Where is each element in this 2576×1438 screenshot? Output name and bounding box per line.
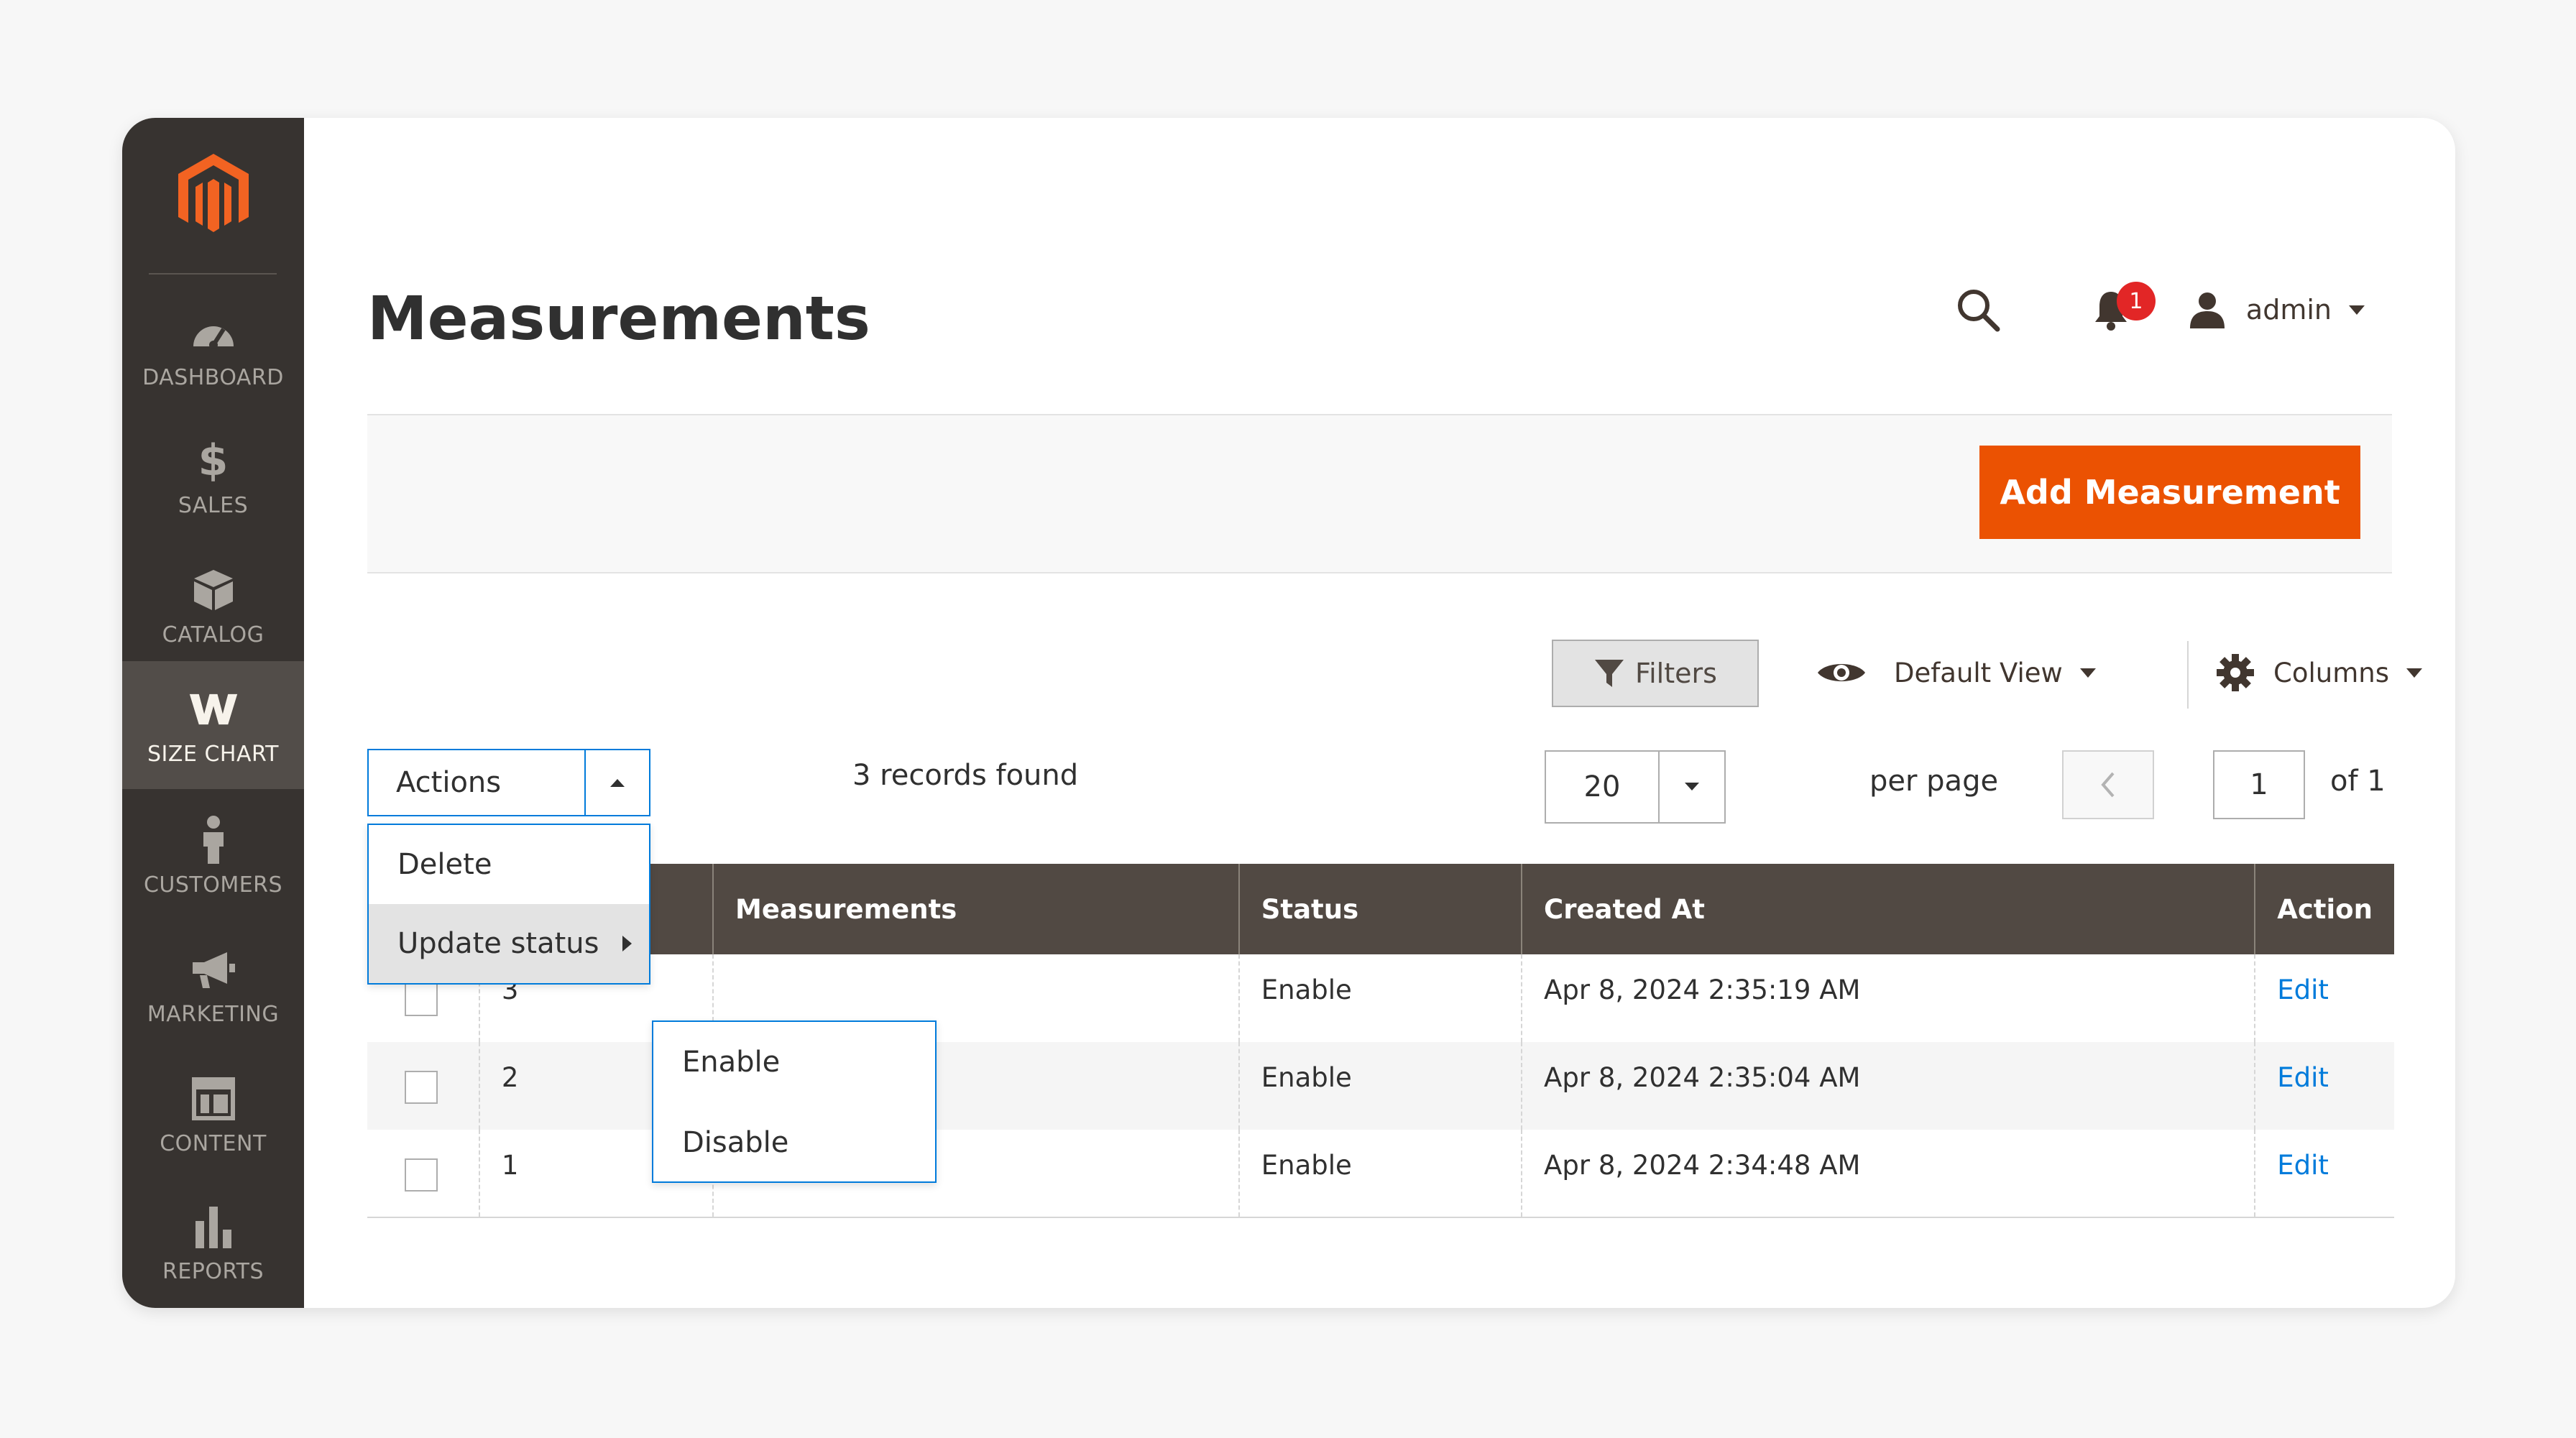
grid-header-row: Measurements Status Created At Action (367, 864, 2394, 954)
sidebar-item-label: CONTENT (160, 1130, 267, 1156)
eye-icon (1818, 664, 1865, 681)
grid-header-measurements[interactable]: Measurements (712, 864, 1239, 954)
row-checkbox[interactable] (405, 1158, 438, 1192)
sidebar-item-label: SIZE CHART (147, 741, 279, 767)
filters-button[interactable]: Filters (1552, 640, 1759, 707)
dollar-icon: $ (198, 435, 229, 486)
notifications-button[interactable]: 1 (2092, 282, 2156, 331)
edit-link[interactable]: Edit (2277, 974, 2329, 1005)
per-page-value: 20 (1546, 752, 1660, 822)
dashboard-icon (188, 308, 239, 358)
menu-item-label: Update status (397, 927, 599, 960)
sidebar-item-label: MARKETING (147, 1001, 280, 1027)
row-created-at: Apr 8, 2024 2:34:48 AM (1521, 1130, 2255, 1217)
grid-header-action: Action (2254, 864, 2394, 954)
row-status: Enable (1238, 1130, 1522, 1217)
chevron-down-icon[interactable] (1660, 752, 1724, 822)
sidebar-item-label: REPORTS (162, 1258, 264, 1284)
size-chart-icon (188, 684, 239, 734)
grid-header-created-at[interactable]: Created At (1521, 864, 2255, 954)
chevron-right-icon (622, 936, 632, 951)
person-icon (188, 815, 239, 865)
row-checkbox[interactable] (405, 983, 438, 1016)
sidebar-item-label: DASHBOARD (142, 364, 284, 390)
mass-actions-dropdown[interactable]: Actions (367, 749, 650, 816)
chevron-left-icon (2101, 772, 2115, 798)
menu-item-disable[interactable]: Disable (653, 1102, 935, 1183)
sidebar-item-customers[interactable]: CUSTOMERS (122, 792, 304, 920)
row-created-at: Apr 8, 2024 2:35:19 AM (1521, 954, 2255, 1042)
search-icon[interactable] (1956, 287, 2000, 332)
sidebar-item-content[interactable]: CONTENT (122, 1051, 304, 1179)
chevron-up-icon[interactable] (584, 750, 649, 815)
toolbar-divider (2187, 641, 2189, 709)
columns-dropdown[interactable]: Columns (2216, 644, 2422, 701)
header-actions: 1 admin (1956, 282, 2365, 332)
sidebar-item-size-chart[interactable]: SIZE CHART (122, 661, 304, 789)
sidebar-item-label: CATALOG (162, 622, 264, 647)
filter-icon (1595, 660, 1624, 687)
page-total: of 1 (2330, 765, 2386, 798)
row-status: Enable (1238, 954, 1522, 1042)
menu-item-enable[interactable]: Enable (653, 1022, 935, 1102)
previous-page-button[interactable] (2062, 750, 2154, 819)
admin-username: admin (2245, 294, 2332, 326)
per-page-select[interactable]: 20 (1545, 750, 1726, 824)
layout-icon (188, 1074, 239, 1124)
chevron-down-icon (2406, 668, 2422, 678)
chevron-down-icon (2079, 668, 2096, 678)
bar-chart-icon (188, 1202, 239, 1252)
admin-sidebar: DASHBOARD $ SALES CATALOG SIZE CHART CUS… (122, 118, 304, 1308)
per-page-label: per page (1869, 765, 1999, 798)
menu-item-update-status[interactable]: Update status (369, 904, 649, 983)
view-label: Default View (1894, 657, 2063, 688)
page-title: Measurements (367, 283, 870, 354)
sidebar-item-reports[interactable]: REPORTS (122, 1179, 304, 1306)
update-status-submenu: Enable Disable (652, 1020, 937, 1183)
chevron-down-icon (2349, 305, 2365, 315)
grid-toolbar: Filters Default View Columns (367, 637, 2422, 709)
sidebar-item-marketing[interactable]: MARKETING (122, 921, 304, 1049)
page-actions-bar: Add Measurement (367, 415, 2392, 573)
admin-user-menu[interactable]: admin (2187, 291, 2365, 328)
gear-icon (2217, 654, 2254, 691)
sidebar-item-dashboard[interactable]: DASHBOARD (122, 285, 304, 412)
row-checkbox[interactable] (405, 1071, 438, 1104)
sidebar-item-label: SALES (178, 492, 249, 518)
sidebar-item-label: CUSTOMERS (143, 872, 283, 898)
sidebar-item-catalog[interactable]: CATALOG (122, 542, 304, 670)
edit-link[interactable]: Edit (2277, 1150, 2329, 1181)
add-measurement-button[interactable]: Add Measurement (1979, 446, 2360, 539)
menu-item-delete[interactable]: Delete (369, 825, 649, 904)
columns-label: Columns (2273, 657, 2389, 688)
notification-badge: 1 (2116, 282, 2156, 321)
sidebar-item-sales[interactable]: $ SALES (122, 412, 304, 540)
grid-header-status[interactable]: Status (1238, 864, 1522, 954)
box-icon (188, 565, 239, 615)
edit-link[interactable]: Edit (2277, 1062, 2329, 1093)
filters-label: Filters (1635, 658, 1717, 689)
magento-logo-icon[interactable] (175, 151, 252, 240)
main-content: Measurements 1 admin Add Measurement Fil… (304, 118, 2455, 1308)
records-found: 3 records found (852, 759, 1079, 792)
user-icon (2189, 292, 2225, 328)
actions-label: Actions (396, 766, 502, 799)
default-view-dropdown[interactable]: Default View (1816, 644, 2096, 701)
sidebar-divider (149, 273, 277, 275)
megaphone-icon (188, 944, 239, 995)
mass-actions-menu: Delete Update status (367, 824, 650, 985)
page-number-input[interactable]: 1 (2213, 750, 2305, 819)
row-created-at: Apr 8, 2024 2:35:04 AM (1521, 1042, 2255, 1130)
row-status: Enable (1238, 1042, 1522, 1130)
app-window: DASHBOARD $ SALES CATALOG SIZE CHART CUS… (122, 118, 2455, 1308)
